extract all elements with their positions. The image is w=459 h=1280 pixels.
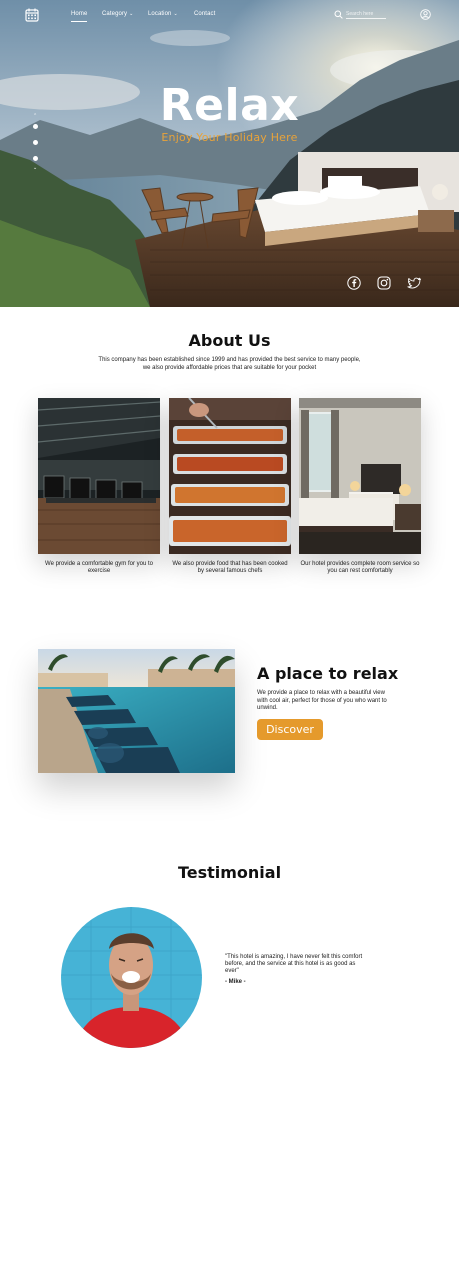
avatar — [61, 907, 202, 1048]
testimonial-title: Testimonial — [177, 863, 282, 882]
search-icon[interactable] — [334, 10, 343, 19]
gym-image — [38, 398, 160, 554]
testimonial-quote: "This hotel is amazing, I have never fel… — [225, 954, 363, 974]
testimonial-author: - Mike - — [225, 979, 246, 985]
about-title: About Us — [188, 331, 271, 350]
hero-title: Relax — [159, 80, 300, 131]
hero-subtitle: Enjoy Your Holiday Here — [161, 131, 298, 144]
top-navigation: Home Category ⌄ Location ⌄ Contact — [0, 0, 459, 30]
user-circle-icon[interactable] — [420, 9, 431, 20]
nav-item-location[interactable]: Location ⌄ — [148, 11, 178, 17]
hero-background-image — [0, 0, 459, 307]
facebook-icon[interactable] — [347, 276, 361, 290]
slider-dot[interactable] — [33, 156, 38, 161]
nav-item-home[interactable]: Home — [71, 11, 88, 22]
nav-item-label: Location — [148, 11, 172, 17]
instagram-icon[interactable] — [377, 276, 391, 290]
room-caption: Our hotel provides complete room service… — [300, 561, 420, 574]
search-input[interactable] — [346, 9, 386, 19]
nav-item-category[interactable]: Category ⌄ — [102, 11, 133, 17]
chevron-down-icon: ⌄ — [173, 11, 178, 17]
active-underline — [71, 21, 88, 22]
calendar-icon[interactable] — [25, 8, 39, 22]
nav-item-label: Contact — [194, 11, 216, 17]
pool-image — [38, 649, 235, 773]
gym-caption: We provide a comfortable gym for you to … — [45, 561, 153, 574]
buffet-caption: We also provide food that has been cooke… — [172, 561, 288, 574]
relax-title: A place to relax — [257, 664, 399, 683]
nav-item-label: Home — [71, 11, 88, 17]
discover-button[interactable]: Discover — [257, 719, 323, 740]
buffet-image — [169, 398, 291, 554]
hero-section: Home Category⌄ Location⌄ Contact ⌃ ⌄ Rel… — [0, 0, 459, 307]
room-image — [299, 398, 421, 554]
nav-item-contact[interactable]: Contact — [194, 11, 215, 17]
chevron-down-icon[interactable]: ⌄ — [33, 166, 37, 171]
relax-description: We provide a place to relax with a beaut… — [257, 690, 387, 711]
twitter-icon[interactable] — [407, 276, 421, 290]
about-description: This company has been established since … — [98, 357, 361, 371]
chevron-down-icon: ⌄ — [129, 11, 134, 17]
nav-item-label: Category — [102, 11, 128, 17]
